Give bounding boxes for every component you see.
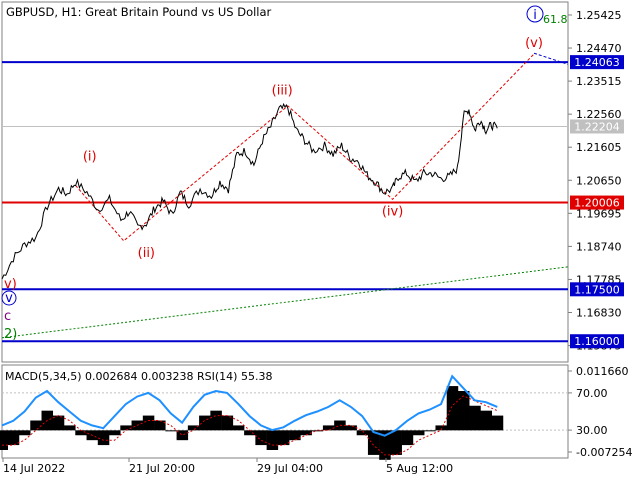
price-line: [1, 102, 498, 280]
wave-label: (v): [525, 36, 543, 51]
chart-canvas: GBPUSD, H1: Great Britain Pound vs US Do…: [0, 1, 632, 475]
elliott-wave-labels: (i) (ii) (iii) (iv) (v): [83, 36, 543, 261]
price-tick-label: 1.22560: [576, 108, 622, 121]
wave-label: (iii): [272, 84, 293, 99]
macd-bar: [221, 415, 234, 431]
left-marker-label: c: [4, 309, 11, 324]
macd-bar: [165, 430, 177, 432]
macd-bar: [412, 430, 425, 436]
macd-bar: [64, 425, 76, 431]
timeframe-label: H1: [62, 5, 78, 19]
price-tick-label: 1.18740: [576, 240, 622, 253]
price-levels: 1.24063 1.22204 1.20006 1.17500 1.16000: [2, 55, 624, 349]
level-tag-label: 1.17500: [574, 283, 620, 296]
macd-bar: [109, 430, 121, 436]
macd-bar: [266, 430, 279, 451]
macd-bar: [30, 420, 42, 431]
macd-bar: [322, 425, 335, 431]
level-tag-label: 1.22204: [574, 120, 620, 133]
macd-bar: [480, 410, 492, 431]
left-marker-label: v: [5, 291, 13, 306]
symbol-label: GBPUSD: [6, 5, 54, 19]
price-tick-label: 1.21605: [576, 141, 622, 154]
macd-bar: [356, 430, 369, 436]
left-marker-label: 2): [4, 327, 17, 342]
indicator-tick-label: -0.007254: [576, 446, 632, 459]
time-tick-label: 29 Jul 04:00: [257, 462, 323, 475]
price-tick-label: 1.24470: [576, 42, 622, 55]
macd-bar: [401, 430, 414, 446]
indicator-label: MACD(5,34,5) 0.002684 0.003238 RSI(14) 5…: [5, 370, 272, 383]
time-tick-label: 14 Jul 2022: [3, 462, 65, 475]
rsi-line: [1, 374, 498, 437]
top-wave-marker: i: [526, 5, 544, 23]
macd-bar: [457, 390, 470, 431]
wave-zigzag: [75, 53, 535, 242]
price-series: [1, 102, 498, 280]
macd-bar: [491, 415, 504, 431]
macd-bar: [142, 415, 155, 431]
macd-bar: [120, 425, 132, 431]
time-tick-label: 21 Jul 20:00: [129, 462, 195, 475]
indicator-series: [0, 374, 504, 460]
level-tag-label: 1.16000: [574, 335, 620, 348]
indicator-tick-label: 70.00: [576, 387, 608, 400]
macd-bar: [19, 430, 31, 436]
level-tag-label: 1.24063: [574, 56, 620, 69]
instrument-title: Great Britain Pound vs US Dollar: [85, 5, 271, 19]
macd-bar: [52, 415, 65, 431]
price-tick-label: 1.23515: [576, 75, 622, 88]
wave-label: (ii): [138, 246, 155, 261]
level-tag-label: 1.20006: [574, 197, 620, 210]
macd-bar: [75, 430, 87, 436]
macd-bar: [0, 430, 9, 451]
left-wave-markers: v)vc 2): [1, 277, 17, 342]
chart-header: GBPUSD, H1: Great Britain Pound vs US Do…: [6, 5, 272, 19]
price-tick-label: 1.20650: [576, 174, 622, 187]
price-tick-label: 1.16830: [576, 307, 622, 320]
macd-bar: [210, 410, 222, 431]
macd-signal-line: [2, 395, 498, 456]
left-marker-label: v): [4, 277, 17, 292]
time-tick-label: 5 Aug 12:00: [386, 462, 453, 475]
macd-bar: [390, 430, 402, 455]
green-trendline: [1, 266, 569, 339]
top-wave-label: i: [533, 8, 537, 23]
macd-bar: [345, 425, 357, 431]
macd-bar: [424, 430, 436, 432]
wave-label: (i): [83, 149, 97, 164]
macd-bar: [232, 425, 245, 431]
macd-bar: [334, 420, 346, 431]
macd-bar: [255, 430, 267, 446]
main-plot-frame: [1, 1, 569, 363]
macd-bar: [446, 386, 459, 431]
macd-bar: [199, 415, 211, 431]
price-tick-label: 1.25425: [576, 9, 622, 22]
macd-bar: [97, 430, 110, 446]
macd-bar: [469, 405, 481, 431]
indicator-tick-label: 30.00: [576, 424, 608, 437]
macd-bar: [300, 430, 312, 436]
fib-level-label: 61.8: [543, 13, 568, 26]
indicator-tick-label: 0.011660: [576, 365, 629, 378]
wave-label: (iv): [382, 204, 403, 219]
time-axis: 14 Jul 2022 21 Jul 20:00 29 Jul 04:00 5 Aug…: [2, 458, 453, 475]
